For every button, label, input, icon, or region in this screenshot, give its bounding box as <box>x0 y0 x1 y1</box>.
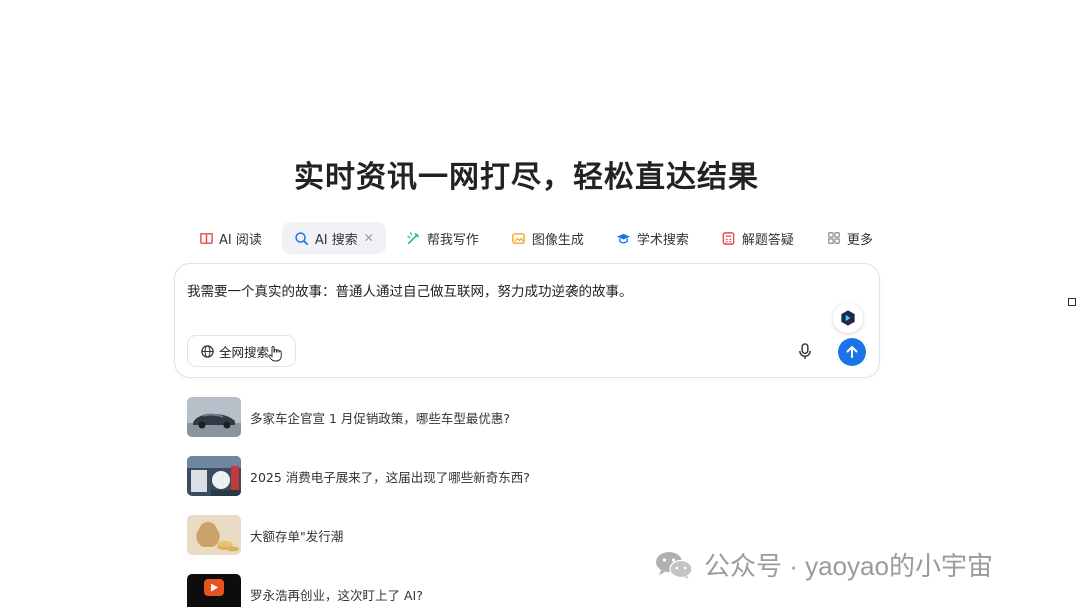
list-item[interactable]: 罗永浩再创业，这次盯上了 AI? <box>187 574 687 607</box>
tab-image-gen[interactable]: 图像生成 <box>499 222 596 254</box>
search-box[interactable]: 我需要一个真实的故事：普通人通过自己做互联网，努力成功逆袭的故事。 全网搜索 <box>174 263 880 378</box>
tab-ai-search[interactable]: AI 搜索 ✕ <box>281 222 386 254</box>
tab-more[interactable]: 更多 <box>814 222 885 254</box>
pen-icon <box>406 230 422 246</box>
page-headline: 实时资讯一网打尽，轻松直达结果 <box>294 160 759 195</box>
tab-label: 学术搜索 <box>636 232 689 248</box>
calculator-icon <box>721 230 737 246</box>
globe-icon <box>200 344 215 359</box>
tab-writing[interactable]: 帮我写作 <box>394 222 491 254</box>
watermark: 公众号 · yaoyao的小宇宙 <box>654 546 993 583</box>
tab-label: 图像生成 <box>531 232 584 248</box>
microphone-button[interactable] <box>797 342 813 360</box>
tab-label: 帮我写作 <box>426 232 479 248</box>
close-icon[interactable]: ✕ <box>364 231 374 245</box>
wechat-icon <box>654 550 694 580</box>
tab-ai-reading[interactable]: AI 阅读 <box>186 222 274 254</box>
hand-cursor-icon <box>267 345 283 362</box>
news-thumbnail-video <box>187 574 241 607</box>
search-scope-button[interactable]: 全网搜索 <box>187 335 297 367</box>
arrow-up-icon <box>846 346 858 358</box>
assistant-logo-button[interactable] <box>833 303 863 333</box>
news-thumbnail-tech <box>187 456 241 496</box>
grid-icon <box>826 230 842 246</box>
tab-label: 解题答疑 <box>741 232 794 248</box>
watermark-text: 公众号 · yaoyao的小宇宙 <box>704 551 993 581</box>
microphone-icon <box>799 342 811 359</box>
ai-search-icon <box>294 230 310 246</box>
assistant-logo-icon <box>841 310 855 326</box>
list-item[interactable]: 2025 消费电子展来了，这届出现了哪些新奇东西? <box>187 456 687 496</box>
page: 实时资讯一网打尽，轻松直达结果 AI 阅读 AI 搜索 ✕ 帮我写作 图像生成 <box>0 0 1080 607</box>
news-title: 多家车企官宣 1 月促销政策，哪些车型最优惠? <box>250 410 511 426</box>
tab-label: 更多 <box>846 232 873 248</box>
tab-academic-search[interactable]: 学术搜索 <box>604 222 701 254</box>
search-input[interactable]: 我需要一个真实的故事：普通人通过自己做互联网，努力成功逆袭的故事。 <box>187 280 633 300</box>
list-item[interactable]: 大额存单"发行潮 <box>187 515 687 555</box>
image-icon <box>511 230 527 246</box>
list-item[interactable]: 多家车企官宣 1 月促销政策，哪些车型最优惠? <box>187 397 687 437</box>
search-scope-label: 全网搜索 <box>219 344 270 360</box>
send-button[interactable] <box>838 338 866 366</box>
news-thumbnail-savings <box>187 515 241 555</box>
feature-tabs: AI 阅读 AI 搜索 ✕ 帮我写作 图像生成 学术搜索 解题答疑 更多 <box>186 222 893 254</box>
graduation-cap-icon <box>616 230 632 246</box>
news-title: 大额存单"发行潮 <box>250 528 344 544</box>
news-title: 2025 消费电子展来了，这届出现了哪些新奇东西? <box>250 469 530 485</box>
news-title: 罗永浩再创业，这次盯上了 AI? <box>250 587 423 603</box>
news-thumbnail-car <box>187 397 241 437</box>
tab-label: AI 阅读 <box>219 232 262 248</box>
tab-label: AI 搜索 <box>314 232 358 248</box>
tab-problem-solving[interactable]: 解题答疑 <box>709 222 806 254</box>
book-icon <box>198 230 214 246</box>
window-handle[interactable] <box>1068 298 1076 306</box>
